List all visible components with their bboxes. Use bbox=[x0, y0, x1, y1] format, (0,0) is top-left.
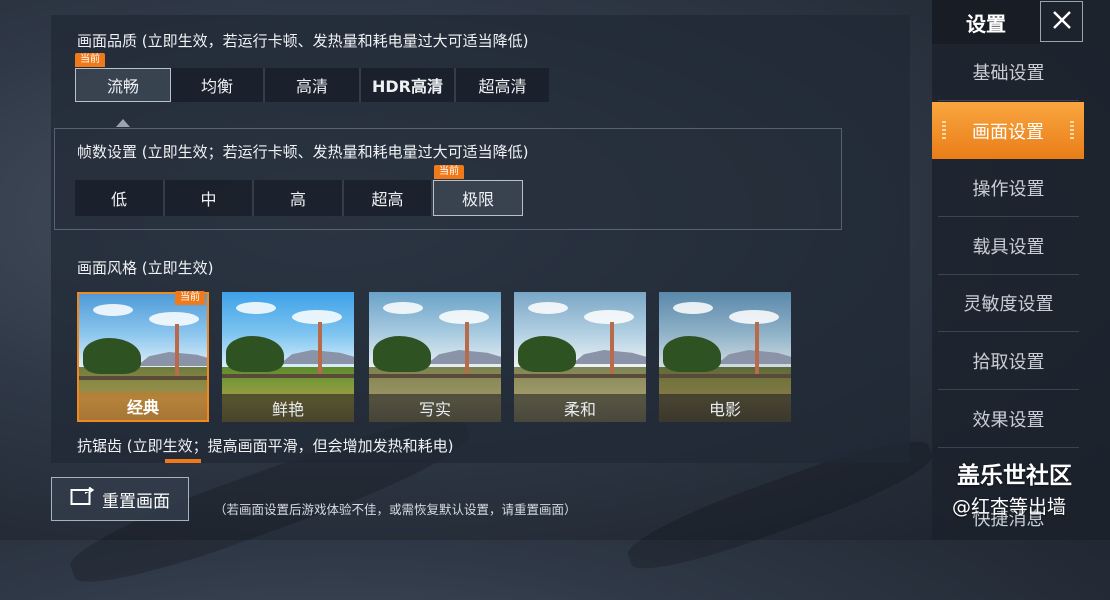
fps-current-tag: 当前 bbox=[434, 165, 464, 179]
style-option-label: 柔和 bbox=[514, 394, 646, 422]
fps-options: 低 中 高 超高 极限 bbox=[75, 180, 523, 216]
quality-current-tag: 当前 bbox=[75, 53, 105, 67]
style-current-tag: 当前 bbox=[175, 291, 205, 305]
sidebar-item-label: 画面设置 bbox=[972, 121, 1044, 143]
quality-option-smooth[interactable]: 流畅 bbox=[75, 68, 171, 102]
antialias-section-title: 抗锯齿 (立即生效；提高画面平滑，但会增加发热和耗电) bbox=[77, 437, 454, 455]
fps-option-high[interactable]: 高 bbox=[254, 180, 344, 216]
quality-caret bbox=[116, 119, 130, 127]
fps-option-low[interactable]: 低 bbox=[75, 180, 165, 216]
sidebar-item-effects[interactable]: 效果设置 bbox=[938, 391, 1079, 448]
fps-option-ultra[interactable]: 超高 bbox=[344, 180, 433, 216]
style-option-soft[interactable]: 柔和 bbox=[514, 292, 646, 422]
quality-option-ultra-hd[interactable]: 超高清 bbox=[456, 68, 549, 102]
quality-option-hdr-hd[interactable]: HDR高清 bbox=[361, 68, 456, 102]
style-option-label: 电影 bbox=[659, 394, 791, 422]
quality-section-title: 画面品质 (立即生效，若运行卡顿、发热量和耗电量过大可适当降低) bbox=[77, 32, 529, 50]
watermark-community: 盖乐世社区 bbox=[957, 463, 1072, 489]
quality-option-balanced[interactable]: 均衡 bbox=[171, 68, 265, 102]
grip-right-icon bbox=[1070, 121, 1074, 139]
style-option-cinema[interactable]: 电影 bbox=[659, 292, 791, 422]
reset-icon bbox=[70, 486, 96, 512]
style-option-vivid[interactable]: 鲜艳 bbox=[222, 292, 354, 422]
reset-graphics-button[interactable]: 重置画面 bbox=[51, 477, 189, 521]
reset-button-label: 重置画面 bbox=[102, 491, 170, 512]
fps-option-medium[interactable]: 中 bbox=[165, 180, 254, 216]
antialias-current-tag-partial bbox=[165, 459, 201, 463]
close-icon bbox=[1051, 9, 1073, 35]
fps-section-title: 帧数设置 (立即生效；若运行卡顿、发热量和耗电量过大可适当降低) bbox=[77, 143, 529, 161]
style-option-label: 鲜艳 bbox=[222, 394, 354, 422]
sidebar-item-basic[interactable]: 基础设置 bbox=[938, 44, 1079, 101]
grip-left-icon bbox=[942, 121, 946, 139]
sidebar-item-controls[interactable]: 操作设置 bbox=[938, 160, 1079, 217]
sidebar-item-pickup[interactable]: 拾取设置 bbox=[938, 333, 1079, 390]
sidebar-item-graphics[interactable]: 画面设置 bbox=[932, 102, 1084, 159]
style-option-label: 写实 bbox=[369, 394, 501, 422]
quality-options: 流畅 均衡 高清 HDR高清 超高清 bbox=[75, 68, 549, 102]
close-button[interactable] bbox=[1040, 1, 1083, 42]
quality-option-hd[interactable]: 高清 bbox=[265, 68, 361, 102]
reset-note: （若画面设置后游戏体验不佳，或需恢复默认设置，请重置画面） bbox=[214, 502, 577, 517]
sidebar-item-vehicle[interactable]: 载具设置 bbox=[938, 218, 1079, 275]
graphics-settings-panel: 画面品质 (立即生效，若运行卡顿、发热量和耗电量过大可适当降低) 当前 流畅 均… bbox=[51, 15, 910, 463]
sidebar-item-sensitivity[interactable]: 灵敏度设置 bbox=[938, 275, 1079, 332]
style-option-label: 经典 bbox=[79, 392, 207, 420]
style-option-classic[interactable]: 经典 bbox=[77, 292, 209, 422]
watermark-user: @红杏等出墙 bbox=[952, 496, 1067, 518]
fps-option-extreme[interactable]: 极限 bbox=[433, 180, 523, 216]
style-section-title: 画面风格 (立即生效) bbox=[77, 259, 214, 277]
settings-title: 设置 bbox=[932, 0, 1040, 44]
style-option-realistic[interactable]: 写实 bbox=[369, 292, 501, 422]
